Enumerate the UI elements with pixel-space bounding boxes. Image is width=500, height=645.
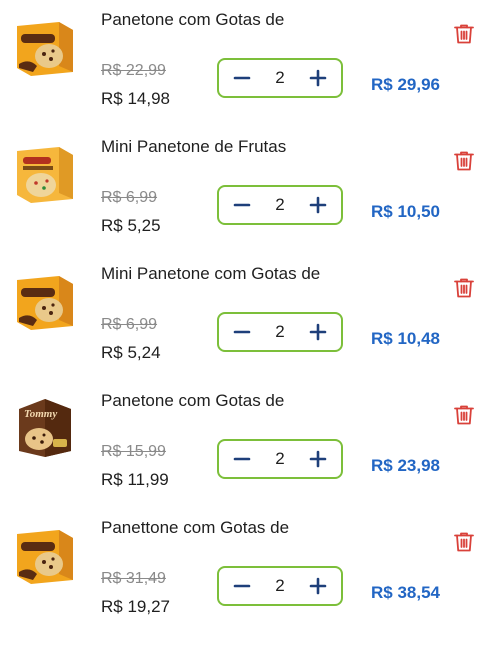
item-total: R$ 29,96: [371, 75, 440, 94]
item-total: R$ 23,98: [371, 456, 440, 475]
sale-price: R$ 5,25: [101, 216, 161, 235]
product-image[interactable]: Tommy: [13, 395, 77, 459]
cart-item: Mini Panetone de Frutas R$ 6,99 R$ 5,25 …: [0, 127, 500, 254]
decrement-button[interactable]: [231, 67, 253, 89]
increment-button[interactable]: [307, 321, 329, 343]
cart-item: Mini Panetone com Gotas de R$ 6,99 R$ 5,…: [0, 254, 500, 381]
item-total: R$ 10,50: [371, 202, 440, 221]
plus-icon: [309, 69, 327, 87]
old-price: R$ 22,99: [101, 62, 166, 79]
old-price: R$ 6,99: [101, 189, 158, 206]
decrement-button[interactable]: [231, 194, 253, 216]
decrement-button[interactable]: [231, 448, 253, 470]
svg-text:Tommy: Tommy: [24, 408, 57, 420]
quantity-stepper: 2: [217, 185, 343, 225]
panettone-box-icon: [17, 147, 73, 203]
product-image[interactable]: [13, 141, 77, 205]
product-name[interactable]: Panetone com Gotas de: [101, 390, 431, 412]
minus-icon: [233, 203, 251, 207]
minus-icon: [233, 584, 251, 588]
plus-icon: [309, 323, 327, 341]
trash-icon: [454, 278, 474, 298]
chocottone-box-icon: [17, 530, 73, 584]
cart-item: Tommy Panetone com Gotas de R$ 15,99 R$ …: [0, 381, 500, 508]
product-name[interactable]: Mini Panetone com Gotas de: [101, 263, 431, 285]
chocottone-box-icon: [17, 22, 73, 76]
minus-icon: [233, 330, 251, 334]
sale-price: R$ 14,98: [101, 89, 170, 108]
minus-icon: [233, 76, 251, 80]
cart-item: Panettone com Gotas de R$ 31,49 R$ 19,27…: [0, 508, 500, 635]
increment-button[interactable]: [307, 575, 329, 597]
quantity-value: 2: [275, 449, 285, 468]
plus-icon: [309, 450, 327, 468]
increment-button[interactable]: [307, 67, 329, 89]
quantity-stepper: 2: [217, 312, 343, 352]
remove-item-button[interactable]: [452, 530, 476, 554]
sale-price: R$ 5,24: [101, 343, 161, 362]
product-name[interactable]: Panetone com Gotas de: [101, 9, 431, 31]
product-image[interactable]: [13, 14, 77, 78]
trash-icon: [454, 151, 474, 171]
trash-icon: [454, 532, 474, 552]
remove-item-button[interactable]: [452, 149, 476, 173]
quantity-stepper: 2: [217, 566, 343, 606]
product-image[interactable]: [13, 522, 77, 586]
quantity-value: 2: [275, 68, 285, 87]
product-name[interactable]: Panettone com Gotas de: [101, 517, 431, 539]
item-total: R$ 10,48: [371, 329, 440, 348]
product-name[interactable]: Mini Panetone de Frutas: [101, 136, 431, 158]
trash-icon: [454, 24, 474, 44]
increment-button[interactable]: [307, 448, 329, 470]
chocottone-box-icon: [17, 276, 73, 330]
product-image[interactable]: [13, 268, 77, 332]
quantity-value: 2: [275, 322, 285, 341]
decrement-button[interactable]: [231, 321, 253, 343]
quantity-stepper: 2: [217, 58, 343, 98]
quantity-stepper: 2: [217, 439, 343, 479]
decrement-button[interactable]: [231, 575, 253, 597]
minus-icon: [233, 457, 251, 461]
cart-item: Panetone com Gotas de R$ 22,99 R$ 14,98 …: [0, 0, 500, 127]
old-price: R$ 6,99: [101, 316, 158, 333]
remove-item-button[interactable]: [452, 22, 476, 46]
quantity-value: 2: [275, 195, 285, 214]
increment-button[interactable]: [307, 194, 329, 216]
quantity-value: 2: [275, 576, 285, 595]
plus-icon: [309, 577, 327, 595]
trash-icon: [454, 405, 474, 425]
remove-item-button[interactable]: [452, 403, 476, 427]
sale-price: R$ 11,99: [101, 470, 169, 489]
remove-item-button[interactable]: [452, 276, 476, 300]
tommy-box-icon: Tommy: [19, 399, 71, 457]
old-price: R$ 15,99: [101, 443, 166, 460]
item-total: R$ 38,54: [371, 583, 440, 602]
plus-icon: [309, 196, 327, 214]
sale-price: R$ 19,27: [101, 597, 170, 616]
old-price: R$ 31,49: [101, 570, 166, 587]
